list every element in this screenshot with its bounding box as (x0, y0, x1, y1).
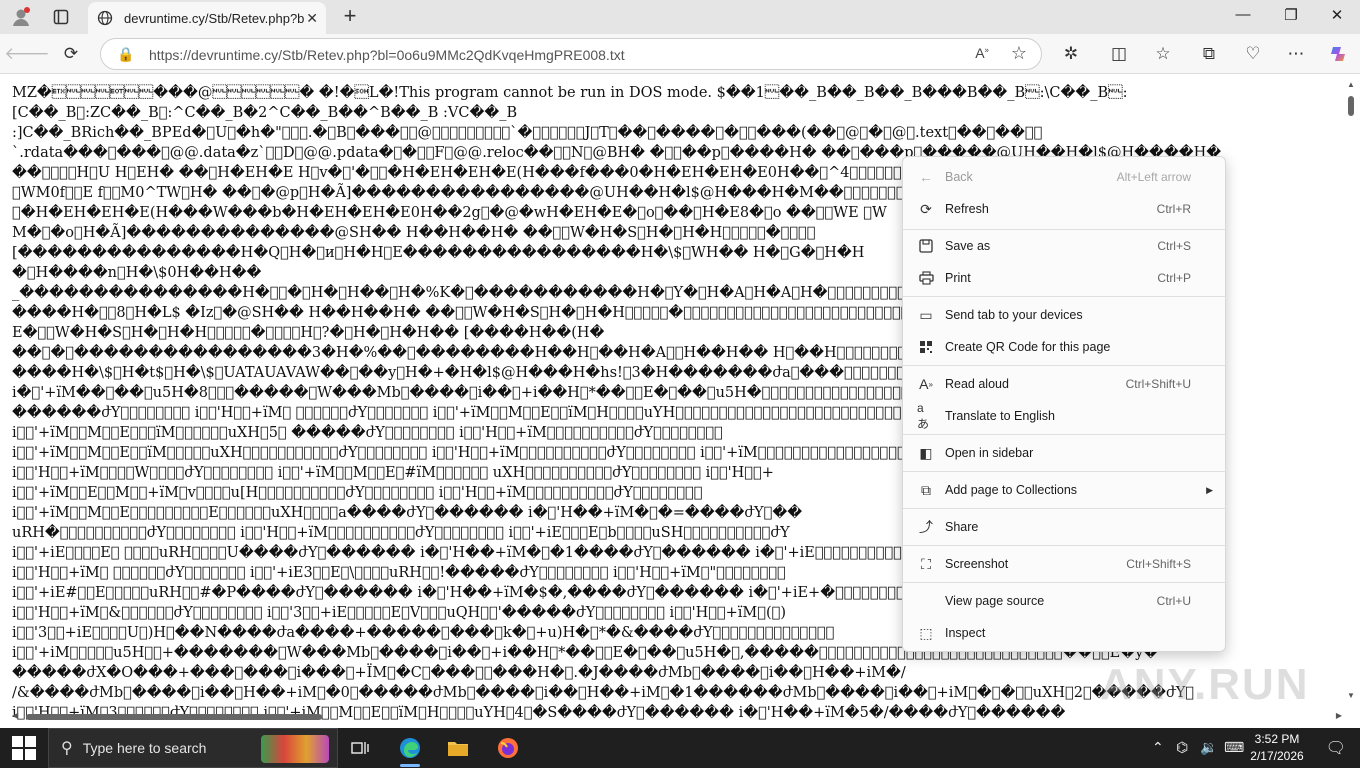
horizontal-scrollbar[interactable]: ◀ ▶ (12, 711, 1342, 722)
menu-separator (903, 365, 1227, 366)
text-line: :]C��_BRich��_BPEd� U �h�"   .� B ���  @… (12, 125, 1043, 141)
tab-actions-icon[interactable] (48, 5, 74, 29)
screenshot-icon: ⛶ (921, 555, 931, 572)
inspect-icon: ⬚ (919, 624, 933, 641)
translate-icon: aあ (917, 400, 930, 431)
menu-item-view-source[interactable]: View page source Ctrl+U (903, 586, 1227, 616)
collections-icon: ⧉ (921, 481, 931, 498)
refresh-icon: ⟳ (920, 200, 932, 217)
save-icon (917, 237, 935, 255)
address-bar[interactable]: 🔒 https://devruntime.cy/Stb/Retev.php?bl… (100, 38, 1042, 70)
menu-item-send-tab[interactable]: ▭ Send tab to your devices (903, 300, 1227, 330)
back-button[interactable]: 🡐 (4, 42, 50, 66)
read-aloud-icon[interactable]: A» (975, 45, 989, 61)
firefox-icon[interactable] (494, 734, 522, 762)
menu-item-print[interactable]: Print Ctrl+P (903, 263, 1227, 293)
navigation-bar: 🡐 ⟳ 🔒 https://devruntime.cy/Stb/Retev.ph… (0, 34, 1360, 74)
split-screen-icon[interactable]: ◫ (1106, 42, 1132, 66)
menu-separator (903, 471, 1227, 472)
submenu-arrow-icon: ▶ (1206, 484, 1213, 495)
copilot-icon[interactable] (1326, 42, 1352, 66)
menu-separator (903, 296, 1227, 297)
scroll-down-icon[interactable]: ▼ (1347, 691, 1355, 700)
search-placeholder: Type here to search (82, 740, 207, 756)
context-menu: ← Back Alt+Left arrow ⟳ Refresh Ctrl+R S… (902, 156, 1227, 652)
tab-title: devruntime.cy/Stb/Retev.php?bl= (124, 10, 304, 26)
file-explorer-icon[interactable] (444, 734, 472, 762)
scroll-left-icon[interactable]: ◀ (12, 711, 18, 720)
arrow-left-icon: ← (919, 169, 933, 185)
globe-icon (96, 9, 114, 27)
menu-item-save-as[interactable]: Save as Ctrl+S (903, 231, 1227, 261)
clock-date: 2/17/2026 (1250, 749, 1304, 763)
menu-separator (903, 434, 1227, 435)
scroll-right-icon[interactable]: ▶ (1336, 711, 1342, 720)
menu-item-open-in-sidebar[interactable]: ◧ Open in sidebar (903, 438, 1227, 468)
task-view-icon[interactable] (346, 734, 374, 762)
menu-separator (903, 582, 1227, 583)
volume-icon[interactable]: 🔉 (1200, 739, 1217, 756)
network-icon[interactable]: ⌬ (1176, 739, 1188, 756)
profile-icon[interactable] (8, 5, 34, 29)
menu-item-inspect[interactable]: ⬚ Inspect (903, 618, 1227, 648)
search-highlight-image (261, 735, 329, 763)
search-icon: ⚲ (61, 740, 73, 757)
menu-separator (903, 545, 1227, 546)
browser-tab[interactable]: devruntime.cy/Stb/Retev.php?bl= ✕ (88, 2, 326, 34)
new-tab-button[interactable]: + (338, 5, 362, 29)
lock-icon[interactable]: 🔒 (117, 46, 134, 63)
horizontal-scroll-thumb[interactable] (26, 714, 322, 720)
watermark: ANY.RUN (1100, 660, 1310, 709)
extensions-icon[interactable]: ✲ (1058, 42, 1084, 66)
chevron-up-icon[interactable]: ⌃ (1152, 739, 1164, 756)
vertical-scroll-thumb[interactable] (1348, 96, 1354, 116)
menu-separator (903, 229, 1227, 230)
clock[interactable]: 3:52 PM 2/17/2026 (1242, 731, 1312, 765)
tab-close-icon[interactable]: ✕ (306, 10, 318, 27)
menu-item-add-to-collections[interactable]: ⧉ Add page to Collections ▶ (903, 475, 1227, 505)
url-text: https://devruntime.cy/Stb/Retev.php?bl=0… (149, 47, 625, 63)
read-aloud-icon: A» (919, 376, 933, 392)
tab-bar: devruntime.cy/Stb/Retev.php?bl= ✕ + — ❐ … (0, 0, 1360, 34)
browser-essentials-icon[interactable]: ♡ (1240, 42, 1266, 66)
menu-item-share[interactable]: ⤴ Share (903, 512, 1227, 542)
share-icon: ⤴ (919, 519, 933, 535)
menu-item-translate[interactable]: aあ Translate to English (903, 401, 1227, 431)
send-tab-icon: ▭ (919, 306, 933, 323)
menu-item-refresh[interactable]: ⟳ Refresh Ctrl+R (903, 194, 1227, 224)
menu-separator (903, 508, 1227, 509)
menu-item-screenshot[interactable]: ⛶ Screenshot Ctrl+Shift+S (903, 549, 1227, 579)
text-line: [C��_B :ZC��_B :^C��_B�2^C��_B��^B��_B :… (12, 105, 518, 121)
edge-taskbar-icon[interactable] (396, 734, 424, 767)
taskbar-search[interactable]: ⚲ Type here to search (48, 728, 338, 768)
taskbar: ⚲ Type here to search ⌃ ⌬ 🔉 ⌨ 3:52 PM 2/… (0, 728, 1360, 768)
text-line: MZ�     ���@      � �!�L�!This progra… (12, 85, 1128, 101)
minimize-button[interactable]: — (1228, 6, 1258, 28)
refresh-button[interactable]: ⟳ (58, 42, 84, 66)
sidebar-icon: ◧ (919, 444, 933, 461)
settings-more-icon[interactable]: ⋯ (1283, 42, 1309, 66)
print-icon (917, 269, 935, 287)
notification-icon[interactable]: 🗨 (1326, 738, 1346, 758)
menu-item-read-aloud[interactable]: A» Read aloud Ctrl+Shift+U (903, 369, 1227, 399)
menu-item-qr-code[interactable]: Create QR Code for this page (903, 332, 1227, 362)
system-tray: ⌃ ⌬ 🔉 ⌨ 3:52 PM 2/17/2026 🗨 (1120, 728, 1360, 768)
close-window-button[interactable]: ✕ (1322, 6, 1352, 28)
favorites-icon[interactable]: ☆ (1150, 42, 1176, 66)
collections-icon[interactable]: ⧉ (1196, 42, 1222, 66)
windows-start-icon[interactable] (12, 736, 36, 760)
vertical-scrollbar[interactable]: ▲ ▼ (1346, 80, 1356, 700)
clock-time: 3:52 PM (1254, 732, 1300, 746)
qr-code-icon (917, 338, 935, 356)
menu-item-back[interactable]: ← Back Alt+Left arrow (903, 162, 1227, 192)
favorite-star-icon[interactable]: ☆ (1011, 43, 1027, 64)
restore-button[interactable]: ❐ (1276, 6, 1306, 28)
scroll-up-icon[interactable]: ▲ (1347, 80, 1355, 89)
